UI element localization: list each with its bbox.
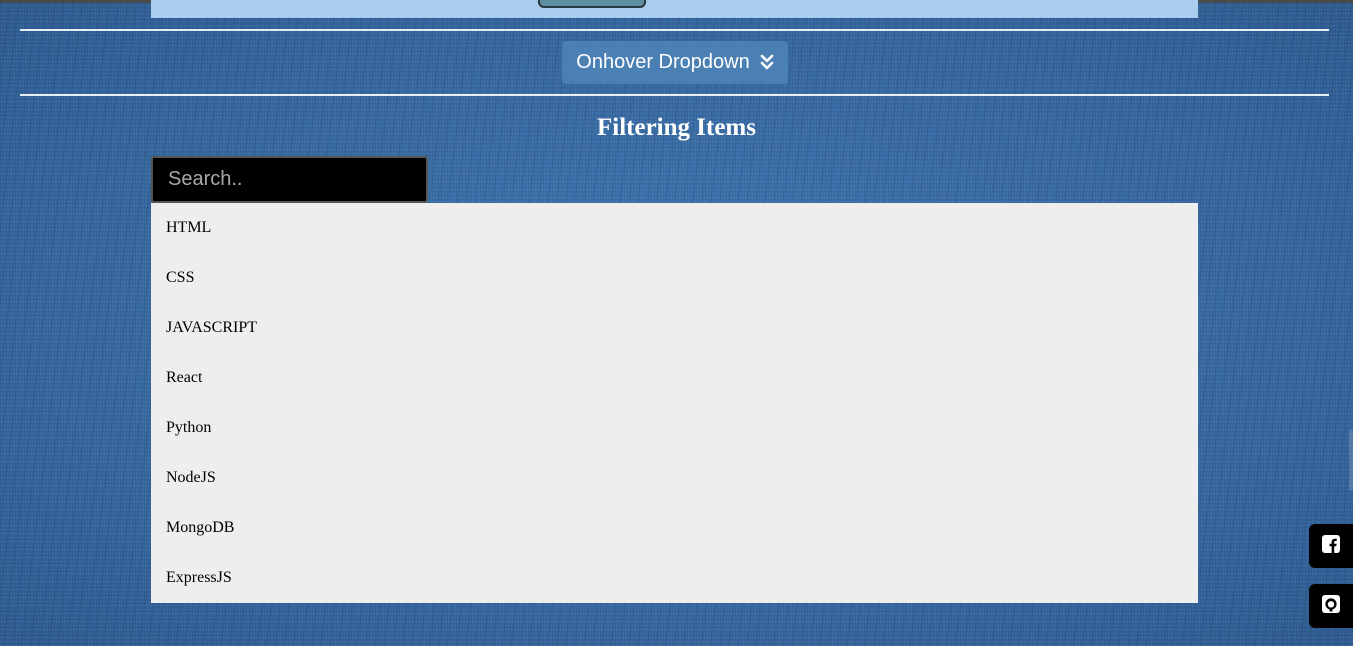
top-panel <box>151 0 1198 18</box>
list-item[interactable]: CSS <box>151 253 1198 303</box>
scrollbar-thumb[interactable] <box>1349 430 1353 490</box>
divider-top <box>20 29 1329 31</box>
top-panel-tab[interactable] <box>538 0 646 8</box>
list-item[interactable]: JAVASCRIPT <box>151 303 1198 353</box>
github-button[interactable] <box>1309 584 1353 628</box>
list-item[interactable]: React <box>151 353 1198 403</box>
onhover-dropdown-button[interactable]: Onhover Dropdown <box>562 41 788 84</box>
dropdown-label: Onhover Dropdown <box>576 51 750 73</box>
facebook-button[interactable] <box>1309 524 1353 568</box>
double-chevron-down-icon <box>760 54 774 72</box>
list-item[interactable]: ExpressJS <box>151 553 1198 603</box>
github-icon <box>1321 594 1341 619</box>
list-item[interactable]: HTML <box>151 203 1198 253</box>
divider-bottom <box>20 94 1329 96</box>
list-item[interactable]: NodeJS <box>151 453 1198 503</box>
search-input[interactable] <box>151 156 428 203</box>
items-list: HTML CSS JAVASCRIPT React Python NodeJS … <box>151 203 1198 603</box>
list-item[interactable]: Python <box>151 403 1198 453</box>
filtering-items-title: Filtering Items <box>597 114 756 141</box>
facebook-icon <box>1321 534 1341 559</box>
list-item[interactable]: MongoDB <box>151 503 1198 553</box>
